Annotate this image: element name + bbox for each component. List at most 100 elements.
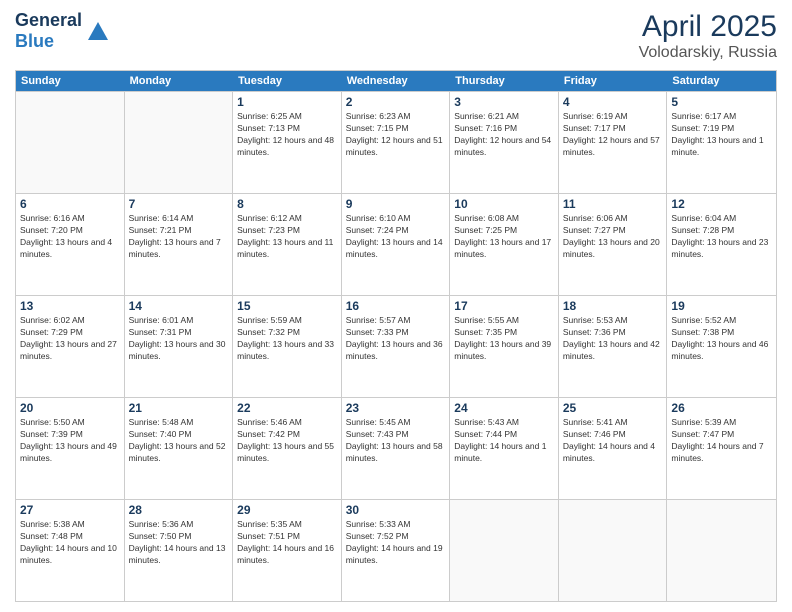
day-number: 25 <box>563 401 663 415</box>
day-number: 13 <box>20 299 120 313</box>
page: General Blue April 2025 Volodarskiy, Rus… <box>0 0 792 612</box>
day-cell: 1 Sunrise: 6:25 AM Sunset: 7:13 PM Daylig… <box>233 92 342 193</box>
day-number: 30 <box>346 503 446 517</box>
header-day-monday: Monday <box>125 71 234 91</box>
day-info: Sunrise: 5:57 AM Sunset: 7:33 PM Dayligh… <box>346 315 446 363</box>
header-day-friday: Friday <box>559 71 668 91</box>
day-info: Sunrise: 6:19 AM Sunset: 7:17 PM Dayligh… <box>563 111 663 159</box>
day-info: Sunrise: 5:55 AM Sunset: 7:35 PM Dayligh… <box>454 315 554 363</box>
day-info: Sunrise: 6:21 AM Sunset: 7:16 PM Dayligh… <box>454 111 554 159</box>
month-title: April 2025 <box>639 10 777 44</box>
logo-blue: Blue <box>15 31 54 51</box>
calendar-header: SundayMondayTuesdayWednesdayThursdayFrid… <box>16 71 776 91</box>
day-number: 26 <box>671 401 772 415</box>
day-cell <box>667 500 776 601</box>
header-day-thursday: Thursday <box>450 71 559 91</box>
day-number: 18 <box>563 299 663 313</box>
day-info: Sunrise: 6:06 AM Sunset: 7:27 PM Dayligh… <box>563 213 663 261</box>
day-cell <box>16 92 125 193</box>
day-cell: 28Sunrise: 5:36 AM Sunset: 7:50 PM Dayli… <box>125 500 234 601</box>
day-info: Sunrise: 6:04 AM Sunset: 7:28 PM Dayligh… <box>671 213 772 261</box>
day-number: 11 <box>563 197 663 211</box>
day-info: Sunrise: 5:48 AM Sunset: 7:40 PM Dayligh… <box>129 417 229 465</box>
header: General Blue April 2025 Volodarskiy, Rus… <box>15 10 777 62</box>
day-info: Sunrise: 5:38 AM Sunset: 7:48 PM Dayligh… <box>20 519 120 567</box>
day-cell: 26 Sunrise: 5:39 AM Sunset: 7:47 PM Dayli… <box>667 398 776 499</box>
week-row-1: 1 Sunrise: 6:25 AM Sunset: 7:13 PM Daylig… <box>16 91 776 193</box>
day-info: Sunrise: 5:45 AM Sunset: 7:43 PM Dayligh… <box>346 417 446 465</box>
day-cell <box>559 500 668 601</box>
day-cell: 2Sunrise: 6:23 AM Sunset: 7:15 PM Daylig… <box>342 92 451 193</box>
day-cell: 29 Sunrise: 5:35 AM Sunset: 7:51 PM Dayli… <box>233 500 342 601</box>
day-cell: 23 Sunrise: 5:45 AM Sunset: 7:43 PM Dayli… <box>342 398 451 499</box>
header-day-sunday: Sunday <box>16 71 125 91</box>
day-info: Sunrise: 5:52 AM Sunset: 7:38 PM Dayligh… <box>671 315 772 363</box>
day-number: 16 <box>346 299 446 313</box>
day-info: Sunrise: 6:02 AM Sunset: 7:29 PM Dayligh… <box>20 315 120 363</box>
day-number: 8 <box>237 197 337 211</box>
day-number: 14 <box>129 299 229 313</box>
day-number: 22 <box>237 401 337 415</box>
day-cell: 16 Sunrise: 5:57 AM Sunset: 7:33 PM Dayli… <box>342 296 451 397</box>
day-info: Sunrise: 6:12 AM Sunset: 7:23 PM Dayligh… <box>237 213 337 261</box>
day-number: 19 <box>671 299 772 313</box>
day-info: Sunrise: 6:16 AM Sunset: 7:20 PM Dayligh… <box>20 213 120 261</box>
day-number: 15 <box>237 299 337 313</box>
day-cell: 22 Sunrise: 5:46 AM Sunset: 7:42 PM Dayli… <box>233 398 342 499</box>
day-info: Sunrise: 6:25 AM Sunset: 7:13 PM Dayligh… <box>237 111 337 159</box>
day-number: 17 <box>454 299 554 313</box>
day-cell: 24 Sunrise: 5:43 AM Sunset: 7:44 PM Dayli… <box>450 398 559 499</box>
day-info: Sunrise: 5:59 AM Sunset: 7:32 PM Dayligh… <box>237 315 337 363</box>
day-info: Sunrise: 5:33 AM Sunset: 7:52 PM Dayligh… <box>346 519 446 567</box>
day-cell: 9Sunrise: 6:10 AM Sunset: 7:24 PM Daylig… <box>342 194 451 295</box>
location-title: Volodarskiy, Russia <box>639 44 777 62</box>
day-number: 1 <box>237 95 337 109</box>
day-number: 7 <box>129 197 229 211</box>
logo-triangle-icon <box>88 22 108 40</box>
logo-text: General Blue <box>15 10 82 52</box>
header-day-tuesday: Tuesday <box>233 71 342 91</box>
day-number: 4 <box>563 95 663 109</box>
day-cell: 4 Sunrise: 6:19 AM Sunset: 7:17 PM Daylig… <box>559 92 668 193</box>
day-info: Sunrise: 5:39 AM Sunset: 7:47 PM Dayligh… <box>671 417 772 465</box>
day-cell: 8 Sunrise: 6:12 AM Sunset: 7:23 PM Daylig… <box>233 194 342 295</box>
day-number: 12 <box>671 197 772 211</box>
day-info: Sunrise: 5:36 AM Sunset: 7:50 PM Dayligh… <box>129 519 229 567</box>
day-number: 20 <box>20 401 120 415</box>
day-number: 21 <box>129 401 229 415</box>
day-number: 29 <box>237 503 337 517</box>
day-cell: 25 Sunrise: 5:41 AM Sunset: 7:46 PM Dayli… <box>559 398 668 499</box>
day-info: Sunrise: 5:43 AM Sunset: 7:44 PM Dayligh… <box>454 417 554 465</box>
day-cell: 27Sunrise: 5:38 AM Sunset: 7:48 PM Dayli… <box>16 500 125 601</box>
day-cell: 6 Sunrise: 6:16 AM Sunset: 7:20 PM Daylig… <box>16 194 125 295</box>
day-cell: 11 Sunrise: 6:06 AM Sunset: 7:27 PM Dayli… <box>559 194 668 295</box>
day-number: 23 <box>346 401 446 415</box>
day-number: 3 <box>454 95 554 109</box>
day-info: Sunrise: 6:01 AM Sunset: 7:31 PM Dayligh… <box>129 315 229 363</box>
day-info: Sunrise: 5:41 AM Sunset: 7:46 PM Dayligh… <box>563 417 663 465</box>
day-info: Sunrise: 5:46 AM Sunset: 7:42 PM Dayligh… <box>237 417 337 465</box>
logo-general: General <box>15 10 82 30</box>
day-info: Sunrise: 5:35 AM Sunset: 7:51 PM Dayligh… <box>237 519 337 567</box>
calendar-body: 1 Sunrise: 6:25 AM Sunset: 7:13 PM Daylig… <box>16 91 776 601</box>
day-number: 24 <box>454 401 554 415</box>
day-number: 10 <box>454 197 554 211</box>
week-row-4: 20Sunrise: 5:50 AM Sunset: 7:39 PM Dayli… <box>16 397 776 499</box>
day-cell: 7Sunrise: 6:14 AM Sunset: 7:21 PM Daylig… <box>125 194 234 295</box>
day-cell: 19 Sunrise: 5:52 AM Sunset: 7:38 PM Dayli… <box>667 296 776 397</box>
day-cell: 20Sunrise: 5:50 AM Sunset: 7:39 PM Dayli… <box>16 398 125 499</box>
day-info: Sunrise: 6:17 AM Sunset: 7:19 PM Dayligh… <box>671 111 772 159</box>
day-cell: 3 Sunrise: 6:21 AM Sunset: 7:16 PM Daylig… <box>450 92 559 193</box>
calendar: SundayMondayTuesdayWednesdayThursdayFrid… <box>15 70 777 602</box>
header-day-wednesday: Wednesday <box>342 71 451 91</box>
day-cell <box>125 92 234 193</box>
week-row-2: 6 Sunrise: 6:16 AM Sunset: 7:20 PM Daylig… <box>16 193 776 295</box>
day-info: Sunrise: 6:08 AM Sunset: 7:25 PM Dayligh… <box>454 213 554 261</box>
day-cell: 13 Sunrise: 6:02 AM Sunset: 7:29 PM Dayli… <box>16 296 125 397</box>
day-number: 6 <box>20 197 120 211</box>
week-row-3: 13 Sunrise: 6:02 AM Sunset: 7:29 PM Dayli… <box>16 295 776 397</box>
day-info: Sunrise: 5:53 AM Sunset: 7:36 PM Dayligh… <box>563 315 663 363</box>
day-cell <box>450 500 559 601</box>
day-cell: 17 Sunrise: 5:55 AM Sunset: 7:35 PM Dayli… <box>450 296 559 397</box>
week-row-5: 27Sunrise: 5:38 AM Sunset: 7:48 PM Dayli… <box>16 499 776 601</box>
